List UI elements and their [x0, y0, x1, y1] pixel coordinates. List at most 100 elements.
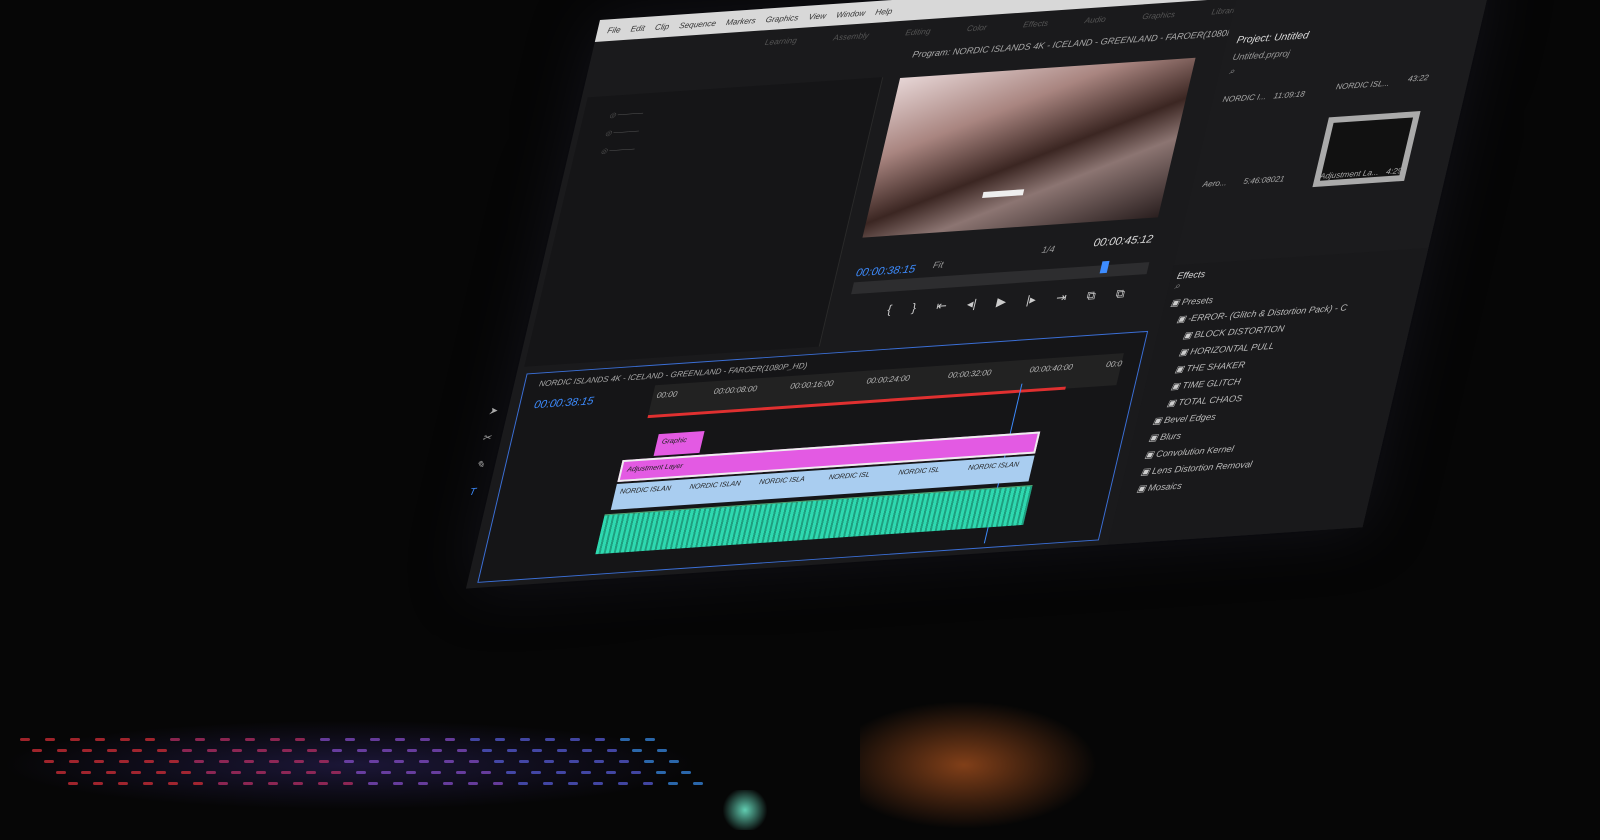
keyboard-key	[45, 738, 55, 741]
keyboard-key	[394, 760, 404, 763]
keyboard-key	[44, 760, 54, 763]
keyboard-key	[356, 771, 366, 774]
menu-view[interactable]: View	[808, 11, 828, 21]
keyboard-key	[618, 782, 628, 785]
keyboard-key	[607, 749, 617, 752]
keyboard-key	[395, 738, 405, 741]
keyboard-key	[220, 738, 230, 741]
keyboard-key	[457, 749, 467, 752]
ruler-tick: 00:00:24:00	[866, 374, 911, 386]
keyboard-key	[195, 738, 205, 741]
keyboard-key	[606, 771, 616, 774]
extract-icon[interactable]: ⧉	[1114, 286, 1126, 302]
quality-select[interactable]: 1/4	[1041, 244, 1056, 255]
keyboard-key	[369, 760, 379, 763]
keyboard-key	[232, 749, 242, 752]
keyboard-key	[568, 782, 578, 785]
ws-color[interactable]: Color	[966, 23, 988, 33]
menu-sequence[interactable]: Sequence	[678, 18, 717, 29]
lift-icon[interactable]: ⧉	[1085, 288, 1097, 304]
keyboard-key	[270, 738, 280, 741]
keyboard-key	[443, 782, 453, 785]
keyboard-key	[219, 760, 229, 763]
keyboard-key	[570, 738, 580, 741]
mark-out-icon[interactable]: }	[910, 301, 918, 316]
ws-audio[interactable]: Audio	[1084, 15, 1107, 25]
keyboard-key	[306, 771, 316, 774]
video-clip[interactable]: NORDIC ISLAN	[612, 479, 687, 506]
ws-learning[interactable]: Learning	[764, 36, 798, 47]
ws-effects[interactable]: Effects	[1022, 19, 1049, 30]
keyboard-key	[644, 760, 654, 763]
step-forward-icon[interactable]: |▸	[1025, 292, 1038, 308]
keyboard-key	[193, 782, 203, 785]
video-clip[interactable]: NORDIC ISLAN	[681, 475, 756, 502]
keyboard-key	[81, 771, 91, 774]
ruler-tick: 00:00	[656, 390, 679, 400]
step-back-icon[interactable]: ◂|	[965, 296, 978, 312]
program-timecode[interactable]: 00:00:38:15	[855, 263, 917, 279]
keyboard-key	[168, 782, 178, 785]
menu-help[interactable]: Help	[875, 6, 894, 16]
timeline-timecode[interactable]: 00:00:38:15	[533, 395, 595, 411]
pen-tool-icon[interactable]: ✎	[475, 460, 486, 472]
graphic-clip[interactable]: Graphic	[654, 431, 705, 456]
playhead[interactable]	[1100, 261, 1110, 273]
keyboard-key	[368, 782, 378, 785]
keyboard-key	[506, 771, 516, 774]
video-clip[interactable]: NORDIC ISLAN	[960, 455, 1035, 482]
menu-file[interactable]: File	[607, 25, 622, 35]
keyboard-key	[545, 738, 555, 741]
menu-graphics[interactable]: Graphics	[765, 13, 800, 24]
keyboard-key	[544, 760, 554, 763]
menu-edit[interactable]: Edit	[630, 23, 646, 33]
keyboard-key	[82, 749, 92, 752]
mark-in-icon[interactable]: {	[886, 302, 894, 317]
keyboard-key	[181, 771, 191, 774]
menu-clip[interactable]: Clip	[654, 22, 670, 32]
selection-tool-icon[interactable]: ➤	[487, 406, 498, 418]
video-preview[interactable]	[862, 58, 1195, 238]
keyboard-key	[244, 760, 254, 763]
bin-item-name[interactable]: NORDIC I...	[1222, 92, 1268, 104]
ws-assembly[interactable]: Assembly	[832, 31, 869, 42]
keyboard-key	[681, 771, 691, 774]
keyboard-key	[432, 749, 442, 752]
razor-tool-icon[interactable]: ✂	[481, 433, 492, 445]
go-to-in-icon[interactable]: ⇤	[935, 298, 949, 314]
keyboard-key	[206, 771, 216, 774]
keyboard-key	[507, 749, 517, 752]
ws-graphics[interactable]: Graphics	[1141, 10, 1176, 21]
zoom-select[interactable]: Fit	[932, 259, 945, 270]
video-clip[interactable]: NORDIC ISL	[821, 465, 896, 492]
mouse-glow	[860, 690, 1120, 840]
keyboard-key	[406, 771, 416, 774]
go-to-out-icon[interactable]: ⇥	[1054, 290, 1068, 306]
bin-item-duration: 4:29	[1385, 166, 1403, 176]
bin-item-name[interactable]: NORDIC ISL...	[1335, 79, 1391, 92]
menu-markers[interactable]: Markers	[725, 16, 757, 27]
ruler-tick: 00:00:40:00	[1029, 362, 1074, 374]
video-clip[interactable]: NORDIC ISL	[890, 460, 965, 487]
ws-editing[interactable]: Editing	[904, 27, 931, 38]
menu-window[interactable]: Window	[835, 8, 866, 19]
keyboard-key	[257, 749, 267, 752]
video-clip[interactable]: NORDIC ISLA	[751, 470, 826, 497]
keyboard-key	[318, 782, 328, 785]
keyboard-key	[320, 738, 330, 741]
keyboard-key	[381, 771, 391, 774]
keyboard-key	[293, 782, 303, 785]
keyboard-key	[444, 760, 454, 763]
type-tool-icon[interactable]: T	[468, 487, 479, 499]
time-ruler[interactable]: 00:00 00:00:08:00 00:00:16:00 00:00:24:0…	[648, 353, 1124, 417]
keyboard-key	[557, 749, 567, 752]
bin-item-name[interactable]: Aero...	[1202, 178, 1228, 189]
keyboard-key	[118, 782, 128, 785]
keyboard-key	[668, 782, 678, 785]
tools-panel: ➤ ✂ ✎ T	[468, 406, 498, 498]
effect-controls-panel: ◎ ───── ◎ ───── ◎ ─────	[524, 77, 883, 367]
keyboard-key	[594, 760, 604, 763]
keyboard-key	[631, 771, 641, 774]
play-icon[interactable]: ▶	[995, 294, 1008, 310]
keyboard-key	[282, 749, 292, 752]
